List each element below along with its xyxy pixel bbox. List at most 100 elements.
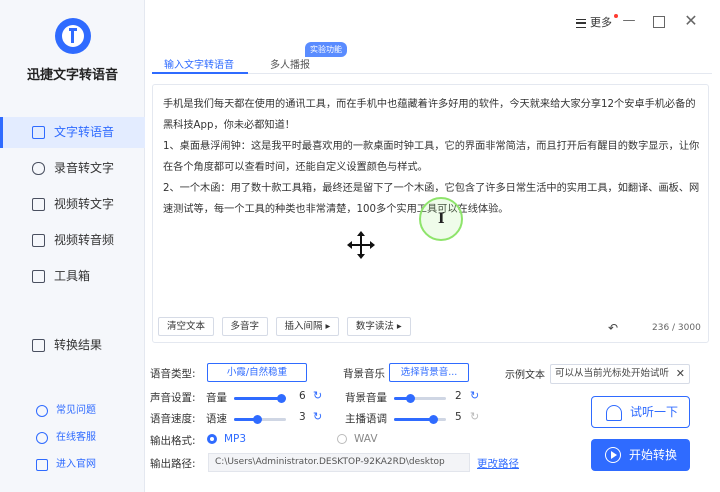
format-label: 输出格式:: [150, 435, 196, 447]
sidebar-item-recording-to-text[interactable]: 录音转文字: [0, 153, 145, 184]
more-menu-button[interactable]: 更多: [576, 14, 618, 30]
editor-paragraph: 1、桌面悬浮闹钟：这是我平时最喜欢用的一款桌面时钟工具，它的界面非常简洁，而且打…: [163, 141, 700, 173]
toolbox-icon: [32, 270, 45, 283]
sidebar-item-video-to-audio[interactable]: 视频转音频: [0, 225, 145, 256]
listen-button[interactable]: 试听一下: [591, 396, 690, 428]
minimize-button[interactable]: —: [622, 14, 636, 28]
pitch-label: 主播语调: [345, 413, 387, 425]
sidebar-item-video-to-text[interactable]: 视频转文字: [0, 189, 145, 220]
menu-icon: [576, 18, 586, 28]
bg-volume-slider[interactable]: [394, 394, 446, 403]
lab-feature-badge: 实验功能: [305, 42, 347, 57]
website-link[interactable]: 进入官网: [0, 452, 145, 478]
sample-text-field[interactable]: 可以从当前光标处开始试听 ✕: [550, 364, 690, 384]
insert-pause-button[interactable]: 插入间隔 ▸: [275, 317, 340, 336]
faq-link-label: 常见问题: [56, 405, 96, 416]
website-link-label: 进入官网: [56, 459, 96, 470]
start-convert-button[interactable]: 开始转换: [591, 439, 690, 471]
pitch-slider[interactable]: [394, 415, 446, 424]
close-button[interactable]: ✕: [684, 13, 698, 29]
sidebar-nav: 文字转语音 录音转文字 视频转文字 视频转音频 工具箱: [0, 117, 145, 297]
play-icon: [605, 447, 621, 463]
wav-label: WAV: [354, 433, 378, 445]
start-convert-label: 开始转换: [629, 448, 678, 462]
listen-button-label: 试听一下: [630, 405, 679, 419]
pitch-slider-handle[interactable]: [429, 415, 438, 424]
faq-link[interactable]: 常见问题: [0, 398, 145, 424]
sidebar-item-label: 视频转音频: [54, 233, 115, 247]
help-icon: [36, 405, 48, 417]
text-cursor-icon: I: [438, 211, 445, 227]
character-counter: 236 / 3000: [652, 323, 701, 333]
pitch-reset-icon[interactable]: ↻: [470, 410, 479, 423]
bg-volume-slider-handle[interactable]: [406, 394, 415, 403]
video-icon: [32, 198, 45, 211]
text-to-speech-icon: [32, 126, 45, 139]
pitch-value: 5: [455, 411, 462, 423]
number-reading-button[interactable]: 数字读法 ▸: [346, 317, 411, 336]
close-icon[interactable]: ✕: [676, 365, 685, 383]
wav-radio[interactable]: [337, 434, 347, 444]
speed-reset-icon[interactable]: ↻: [313, 410, 322, 423]
more-menu-label: 更多: [590, 16, 612, 29]
pitch-slider-fill: [394, 418, 433, 421]
sidebar-item-results[interactable]: 转换结果: [0, 330, 145, 361]
output-path-field: C:\Users\Administrator.DESKTOP-92KA2RD\d…: [208, 453, 470, 472]
volume-value: 6: [299, 390, 306, 402]
change-path-link[interactable]: 更改路径: [477, 456, 519, 471]
app-name: 迅捷文字转语音: [26, 68, 118, 83]
speed-slider[interactable]: [234, 415, 286, 424]
sidebar-item-label: 录音转文字: [54, 161, 115, 175]
bg-volume-label: 背景音量: [345, 392, 387, 404]
bgm-select[interactable]: 选择背景音...: [389, 363, 469, 382]
volume-reset-icon[interactable]: ↻: [313, 389, 322, 402]
online-support-label: 在线客服: [56, 432, 96, 443]
sidebar: 迅捷文字转语音 文字转语音 录音转文字 视频转文字 视频转音频 工具箱 转换结果: [0, 0, 145, 492]
active-tab-indicator: [152, 72, 248, 74]
volume-slider[interactable]: [234, 394, 286, 403]
bg-volume-reset-icon[interactable]: ↻: [470, 389, 479, 402]
sample-text-label: 示例文本: [505, 370, 545, 381]
text-editor[interactable]: 手机是我们每天都在使用的通讯工具，而在手机中也蕴藏着许多好用的软件，今天就来给大…: [152, 84, 709, 343]
tab-multi-speaker[interactable]: 多人播报: [270, 56, 310, 71]
maximize-button[interactable]: [653, 16, 665, 28]
music-video-icon: [32, 234, 45, 247]
mp3-radio[interactable]: [207, 434, 217, 444]
sidebar-item-label: 工具箱: [54, 269, 91, 283]
voice-type-select[interactable]: 小霞/自然稳重: [207, 363, 307, 382]
volume-slider-fill: [234, 397, 281, 400]
mp3-label: MP3: [224, 433, 247, 445]
sidebar-item-label: 转换结果: [54, 338, 103, 352]
volume-slider-handle[interactable]: [277, 394, 286, 403]
volume-label: 音量: [206, 392, 227, 404]
clear-text-button[interactable]: 清空文本: [158, 317, 215, 336]
undo-icon[interactable]: ↶: [608, 321, 618, 335]
speed-label: 语音速度:: [150, 413, 196, 425]
app-logo-icon: [55, 18, 91, 54]
speed-slider-handle[interactable]: [253, 415, 262, 424]
polyphone-button[interactable]: 多音字: [221, 317, 269, 336]
online-support-link[interactable]: 在线客服: [0, 425, 145, 451]
tab-text-to-speech[interactable]: 输入文字转语音: [164, 56, 234, 71]
editor-toolbar: 清空文本 多音字 插入间隔 ▸ 数字读法 ▸: [158, 317, 415, 337]
sidebar-item-toolbox[interactable]: 工具箱: [0, 261, 145, 292]
sound-settings-label: 声音设置:: [150, 392, 196, 404]
clipboard-icon: [32, 339, 45, 352]
mode-tabs: 输入文字转语音 多人播报 实验功能: [152, 42, 712, 74]
sidebar-footer: 常见问题 在线客服 进入官网: [0, 398, 145, 479]
sidebar-item-label: 视频转文字: [54, 197, 115, 211]
editor-paragraph: 手机是我们每天都在使用的通讯工具，而在手机中也蕴藏着许多好用的软件，今天就来给大…: [163, 99, 696, 131]
sidebar-item-label: 文字转语音: [54, 125, 115, 139]
bgm-label: 背景音乐: [343, 368, 385, 380]
title-bar: 更多 — ✕: [145, 0, 720, 44]
speed-value: 3: [299, 411, 306, 423]
headphones-icon: [606, 405, 622, 421]
speed-sub-label: 语速: [206, 413, 227, 425]
sidebar-item-text-to-speech[interactable]: 文字转语音: [0, 117, 145, 148]
sample-text-value: 可以从当前光标处开始试听: [555, 368, 670, 379]
bg-volume-value: 2: [455, 390, 462, 402]
output-path-label: 输出路径:: [150, 458, 196, 470]
microphone-icon: [32, 162, 45, 175]
notification-dot: [614, 14, 618, 18]
text-cursor-highlight: I: [419, 197, 463, 241]
